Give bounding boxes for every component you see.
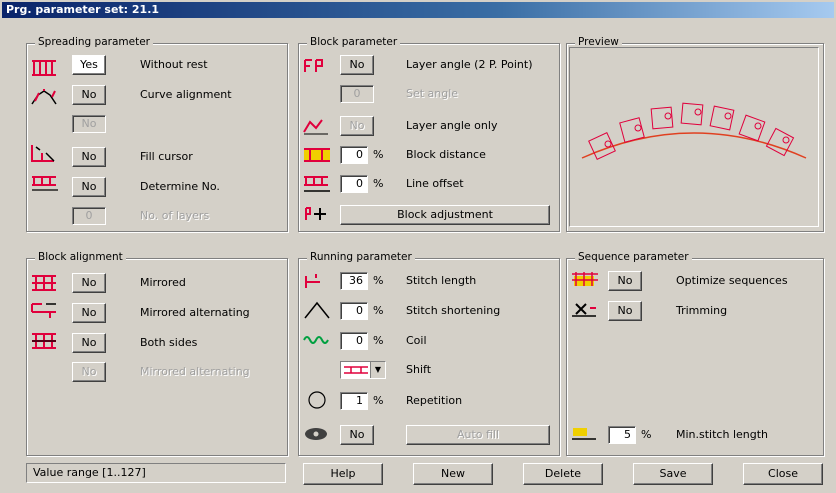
curve-sub-field: No	[72, 115, 106, 133]
curve-alignment-label: Curve alignment	[140, 88, 232, 101]
alignment-sub-button[interactable]: No	[72, 362, 106, 382]
stitch-shortening-label: Stitch shortening	[406, 304, 501, 317]
coil-unit: %	[373, 334, 384, 347]
layer-angle-2p-button[interactable]: No	[340, 55, 374, 75]
window-title: Prg. parameter set: 21.1	[2, 2, 834, 18]
without-rest-label: Without rest	[140, 58, 208, 71]
trimming-button[interactable]: No	[608, 301, 642, 321]
stitch-length-icon	[305, 274, 320, 288]
determine-no-button[interactable]: No	[72, 177, 106, 197]
new-button[interactable]: New	[413, 463, 493, 485]
layer-angle-only-label: Layer angle only	[406, 119, 498, 132]
block-adjustment-button[interactable]: Block adjustment	[340, 205, 550, 225]
repetition-unit: %	[373, 394, 384, 407]
optimize-sequences-label: Optimize sequences	[676, 274, 788, 287]
chevron-down-icon[interactable]: ▼	[370, 362, 385, 378]
determine-sub-field: 0	[72, 207, 106, 225]
optimize-sequences-icon	[572, 272, 598, 286]
layer-angle-2p-label: Layer angle (2 P. Point)	[406, 58, 533, 71]
block-adjustment-icon	[305, 207, 326, 220]
preview-canvas	[569, 47, 819, 227]
layer-angle-2p-icon	[304, 59, 323, 72]
both-sides-label: Both sides	[140, 336, 198, 349]
min-stitch-field[interactable]: 5	[608, 426, 636, 444]
layer-angle-only-icon	[303, 119, 328, 135]
eye-icon	[305, 428, 327, 440]
block-distance-unit: %	[373, 148, 384, 161]
status-bar: Value range [1..127]	[26, 463, 286, 483]
mirrored-alternating-label: Mirrored alternating	[140, 306, 250, 319]
trimming-icon	[572, 303, 596, 317]
curve-alignment-icon	[31, 89, 57, 105]
auto-fill-dropdown[interactable]: Auto fill	[406, 425, 550, 445]
parameter-window: Prg. parameter set: 21.1 Spreading param…	[0, 0, 836, 493]
block-distance-icon	[304, 148, 330, 162]
delete-button[interactable]: Delete	[523, 463, 603, 485]
stitch-length-field[interactable]: 36	[340, 272, 368, 290]
min-stitch-unit: %	[641, 428, 652, 441]
determine-no-icon	[32, 176, 58, 191]
help-button[interactable]: Help	[303, 463, 383, 485]
line-offset-field[interactable]: 0	[340, 175, 368, 193]
coil-icon	[303, 336, 329, 344]
sequence-title: Sequence parameter	[575, 251, 692, 263]
min-stitch-label: Min.stitch length	[676, 428, 769, 441]
repetition-icon	[308, 391, 326, 409]
preview-drawing	[581, 102, 807, 160]
coil-field[interactable]: 0	[340, 332, 368, 350]
alignment-sub-label: Mirrored alternating	[140, 365, 250, 378]
determine-sub-label: No. of layers	[140, 209, 210, 222]
line-offset-icon	[304, 176, 330, 192]
line-offset-label: Line offset	[406, 177, 464, 190]
trimming-label: Trimming	[676, 304, 728, 317]
curve-alignment-button[interactable]: No	[72, 85, 106, 105]
shift-option-icon	[344, 366, 368, 374]
fill-cursor-icon	[31, 145, 55, 162]
coil-label: Coil	[406, 334, 427, 347]
shift-select[interactable]: ▼	[340, 361, 386, 379]
block-distance-label: Block distance	[406, 148, 486, 161]
block-distance-field[interactable]: 0	[340, 146, 368, 164]
angle-sub-label: Set angle	[406, 87, 459, 100]
mirrored-alternating-icon	[31, 303, 56, 318]
min-stitch-icon	[572, 428, 596, 440]
stitch-length-unit: %	[373, 274, 384, 287]
spreading-group-title: Spreading parameter	[35, 36, 153, 48]
save-button[interactable]: Save	[633, 463, 713, 485]
stitch-shortening-unit: %	[373, 304, 384, 317]
without-rest-button[interactable]: Yes	[72, 55, 106, 75]
both-sides-button[interactable]: No	[72, 333, 106, 353]
close-button[interactable]: Close	[743, 463, 823, 485]
layer-angle-only-button[interactable]: No	[340, 116, 374, 136]
fill-cursor-label: Fill cursor	[140, 150, 193, 163]
stitch-shortening-icon	[304, 301, 330, 319]
stitch-shortening-field[interactable]: 0	[340, 302, 368, 320]
running-title: Running parameter	[307, 251, 415, 263]
repetition-label: Repetition	[406, 394, 463, 407]
block-parameter-title: Block parameter	[307, 36, 401, 48]
without-rest-icon	[32, 60, 56, 76]
angle-sub-field: 0	[340, 85, 374, 103]
stitch-length-label: Stitch length	[406, 274, 477, 287]
block-alignment-title: Block alignment	[35, 251, 126, 263]
both-sides-icon	[32, 333, 56, 349]
optimize-sequences-button[interactable]: No	[608, 271, 642, 291]
auto-fill-button[interactable]: No	[340, 425, 374, 445]
line-offset-unit: %	[373, 177, 384, 190]
shift-label: Shift	[406, 363, 432, 376]
mirrored-label: Mirrored	[140, 276, 186, 289]
mirrored-icon	[32, 275, 56, 291]
determine-no-label: Determine No.	[140, 180, 220, 193]
repetition-field[interactable]: 1	[340, 392, 368, 410]
fill-cursor-button[interactable]: No	[72, 147, 106, 167]
mirrored-button[interactable]: No	[72, 273, 106, 293]
mirrored-alternating-button[interactable]: No	[72, 303, 106, 323]
